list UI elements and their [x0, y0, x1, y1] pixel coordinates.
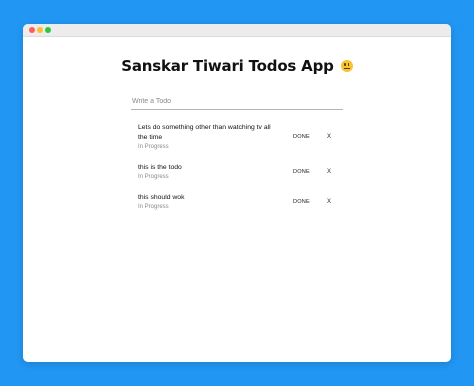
todo-text: this is the todo — [138, 164, 182, 171]
delete-button[interactable]: X — [327, 169, 331, 175]
todo-list: Lets do something other than watching tv… — [138, 123, 338, 223]
app-content: Sanskar Tiwari Todos App Lets do somethi… — [23, 37, 451, 362]
done-button[interactable]: DONE — [293, 199, 310, 205]
smiley-face-icon — [340, 60, 353, 72]
todo-text: this should wok — [138, 194, 185, 201]
maximize-window-icon[interactable] — [45, 27, 51, 33]
done-button[interactable]: DONE — [293, 169, 310, 175]
page-title-text: Sanskar Tiwari Todos App — [121, 57, 334, 75]
minimize-window-icon[interactable] — [37, 27, 43, 33]
delete-button[interactable]: X — [327, 134, 331, 140]
todo-status: In Progress — [138, 204, 169, 210]
todo-content: this is the todo In Progress — [138, 163, 278, 181]
todo-item: this should wok In Progress DONE X — [138, 193, 338, 223]
browser-window: Sanskar Tiwari Todos App Lets do somethi… — [23, 24, 451, 362]
todo-item: this is the todo In Progress DONE X — [138, 163, 338, 193]
close-window-icon[interactable] — [29, 27, 35, 33]
todo-input[interactable] — [131, 94, 343, 110]
window-titlebar — [23, 24, 451, 37]
todo-status: In Progress — [138, 174, 169, 180]
todo-content: this should wok In Progress — [138, 193, 278, 211]
todo-item: Lets do something other than watching tv… — [138, 123, 338, 163]
delete-button[interactable]: X — [327, 199, 331, 205]
todo-content: Lets do something other than watching tv… — [138, 123, 278, 151]
done-button[interactable]: DONE — [293, 134, 310, 140]
page-title: Sanskar Tiwari Todos App — [23, 57, 451, 75]
todo-text: Lets do something other than watching tv… — [138, 124, 271, 141]
todo-status: In Progress — [138, 144, 169, 150]
